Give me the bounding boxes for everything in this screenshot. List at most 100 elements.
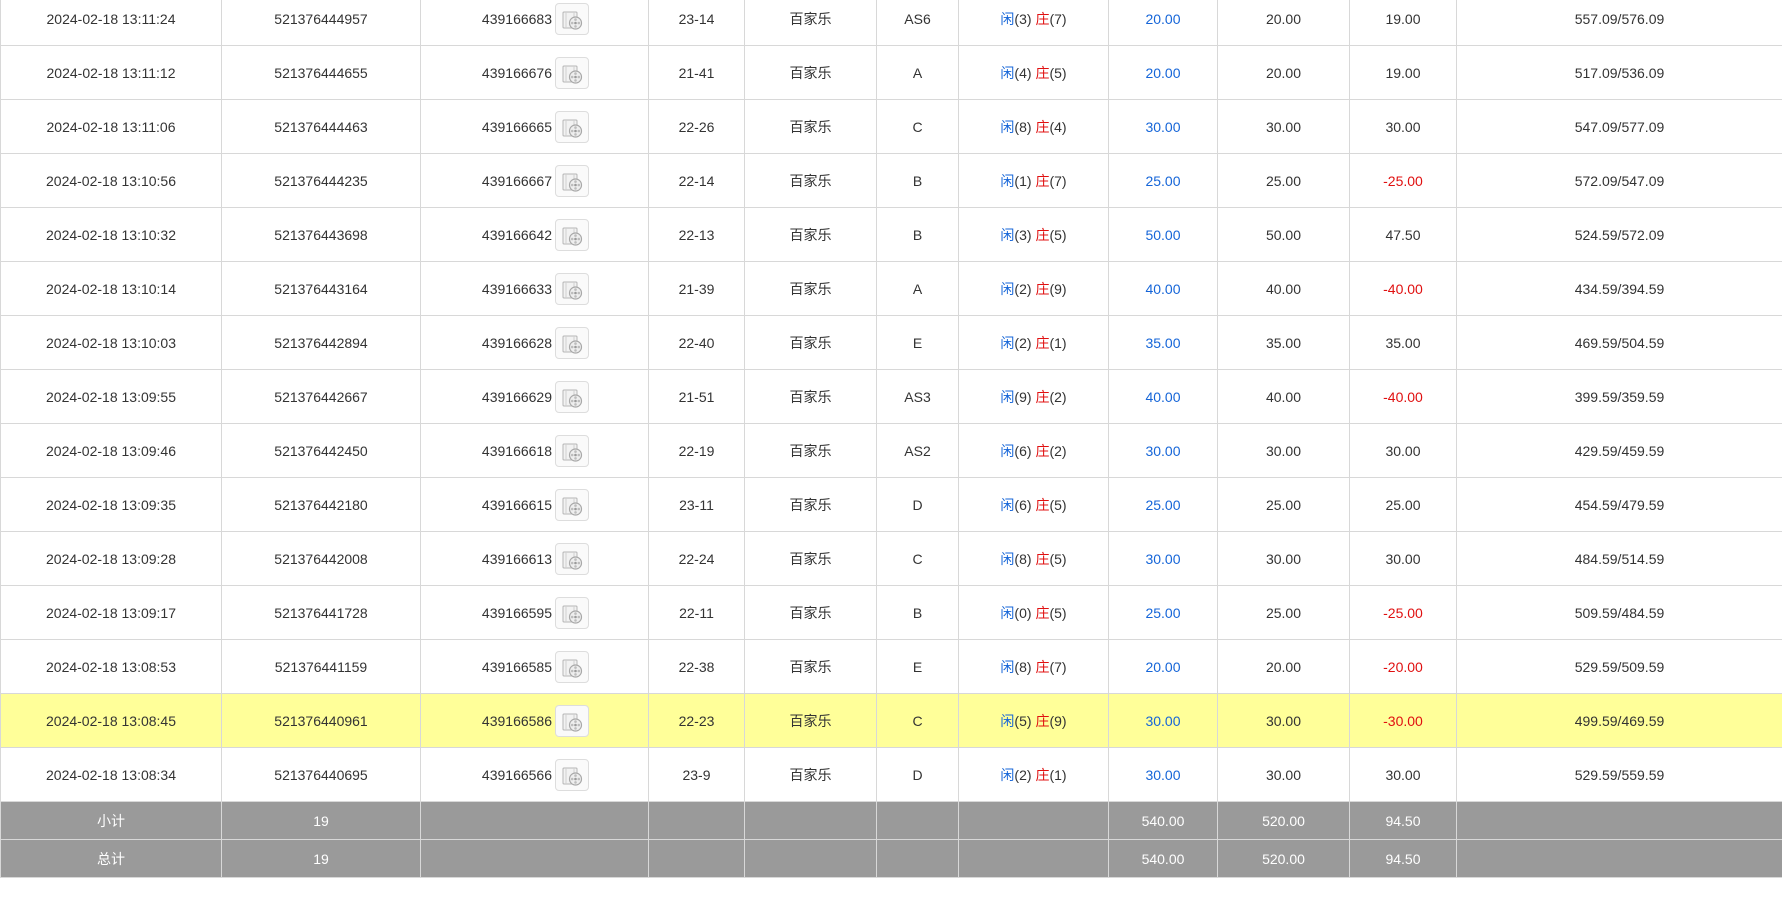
replay-button[interactable]: [555, 596, 589, 629]
bet-time: 2024-02-18 13:10:03: [0, 315, 222, 370]
total-valid: 520.00: [1217, 839, 1350, 878]
replay-button[interactable]: [555, 758, 589, 791]
bet-id: 521376440695: [221, 747, 421, 802]
bet-amount: 30.00: [1108, 531, 1218, 586]
round-id: 439166629: [481, 388, 552, 405]
replay-button[interactable]: [555, 380, 589, 413]
bet-id: 521376440961: [221, 693, 421, 748]
round-cell: 439166585: [420, 639, 649, 694]
table-number: 21-51: [648, 369, 745, 424]
video-reel-icon: [562, 605, 583, 624]
video-reel-icon: [562, 173, 583, 192]
valid-bet: 30.00: [1217, 747, 1350, 802]
video-reel-icon: [562, 443, 583, 462]
game-result: 闲(2) 庄(1): [958, 315, 1109, 370]
bet-amount: 40.00: [1108, 261, 1218, 316]
table-number: 23-11: [648, 477, 745, 532]
table-row: 2024-02-18 13:09:28 521376442008 4391666…: [0, 531, 1782, 586]
valid-bet: 35.00: [1217, 315, 1350, 370]
total-empty: [744, 839, 877, 878]
subtotal-valid: 520.00: [1217, 801, 1350, 840]
video-reel-icon: [562, 767, 583, 786]
table-number: 21-41: [648, 45, 745, 100]
replay-button[interactable]: [555, 704, 589, 737]
total-win: 94.50: [1349, 839, 1457, 878]
valid-bet: 25.00: [1217, 585, 1350, 640]
win-loss: -25.00: [1349, 585, 1457, 640]
banker-points: (7): [1049, 658, 1067, 675]
table-number: 22-13: [648, 207, 745, 262]
balance-change: 454.59/479.59: [1456, 477, 1782, 532]
replay-button[interactable]: [555, 2, 589, 35]
balance-change: 529.59/509.59: [1456, 639, 1782, 694]
valid-bet: 20.00: [1217, 639, 1350, 694]
subtotal-row: 小计 19 540.00 520.00 94.50: [0, 801, 1782, 840]
replay-button[interactable]: [555, 272, 589, 305]
table-row: 2024-02-18 13:10:32 521376443698 4391666…: [0, 207, 1782, 262]
player-label: 闲: [1000, 658, 1015, 675]
game-result: 闲(2) 庄(9): [958, 261, 1109, 316]
banker-label: 庄: [1035, 712, 1050, 729]
bet-time: 2024-02-18 13:10:32: [0, 207, 222, 262]
replay-button[interactable]: [555, 326, 589, 359]
balance-change: 509.59/484.59: [1456, 585, 1782, 640]
replay-button[interactable]: [555, 542, 589, 575]
bet-time: 2024-02-18 13:08:34: [0, 747, 222, 802]
banker-label: 庄: [1035, 280, 1050, 297]
video-reel-icon: [562, 659, 583, 678]
game-name: 百家乐: [744, 261, 877, 316]
subtotal-win: 94.50: [1349, 801, 1457, 840]
balance-change: 484.59/514.59: [1456, 531, 1782, 586]
game-result: 闲(1) 庄(7): [958, 153, 1109, 208]
valid-bet: 25.00: [1217, 477, 1350, 532]
round-id: 439166683: [481, 10, 552, 27]
table-code: D: [876, 747, 959, 802]
subtotal-empty: [1456, 801, 1782, 840]
bet-id: 521376441728: [221, 585, 421, 640]
game-result: 闲(2) 庄(1): [958, 747, 1109, 802]
replay-button[interactable]: [555, 164, 589, 197]
bet-time: 2024-02-18 13:11:24: [0, 0, 222, 46]
replay-button[interactable]: [555, 434, 589, 467]
banker-points: (2): [1049, 388, 1067, 405]
balance-change: 529.59/559.59: [1456, 747, 1782, 802]
bet-id: 521376444463: [221, 99, 421, 154]
player-label: 闲: [1000, 766, 1015, 783]
bet-id: 521376442008: [221, 531, 421, 586]
round-cell: 439166615: [420, 477, 649, 532]
bet-amount: 20.00: [1108, 0, 1218, 46]
bet-id: 521376444655: [221, 45, 421, 100]
valid-bet: 30.00: [1217, 423, 1350, 478]
game-result: 闲(8) 庄(4): [958, 99, 1109, 154]
valid-bet: 20.00: [1217, 0, 1350, 46]
replay-button[interactable]: [555, 56, 589, 89]
bet-time: 2024-02-18 13:10:14: [0, 261, 222, 316]
table-row: 2024-02-18 13:11:24 521376444957 4391666…: [0, 0, 1782, 46]
bet-amount: 30.00: [1108, 423, 1218, 478]
table-row: 2024-02-18 13:08:34 521376440695 4391665…: [0, 747, 1782, 802]
replay-button[interactable]: [555, 218, 589, 251]
replay-button[interactable]: [555, 110, 589, 143]
valid-bet: 40.00: [1217, 261, 1350, 316]
bet-id: 521376442667: [221, 369, 421, 424]
table-row: 2024-02-18 13:09:17 521376441728 4391665…: [0, 585, 1782, 640]
replay-button[interactable]: [555, 488, 589, 521]
video-reel-icon: [562, 713, 583, 732]
total-bet: 540.00: [1108, 839, 1218, 878]
bet-id: 521376444235: [221, 153, 421, 208]
table-number: 21-39: [648, 261, 745, 316]
game-name: 百家乐: [744, 585, 877, 640]
bet-amount: 25.00: [1108, 477, 1218, 532]
game-result: 闲(9) 庄(2): [958, 369, 1109, 424]
table-code: AS6: [876, 0, 959, 46]
banker-label: 庄: [1035, 496, 1050, 513]
replay-button[interactable]: [555, 650, 589, 683]
table-code: E: [876, 315, 959, 370]
bet-amount: 50.00: [1108, 207, 1218, 262]
table-code: AS3: [876, 369, 959, 424]
player-points: (6): [1014, 496, 1032, 513]
win-loss: -20.00: [1349, 639, 1457, 694]
banker-points: (1): [1049, 766, 1067, 783]
subtotal-empty: [648, 801, 745, 840]
player-points: (2): [1014, 334, 1032, 351]
